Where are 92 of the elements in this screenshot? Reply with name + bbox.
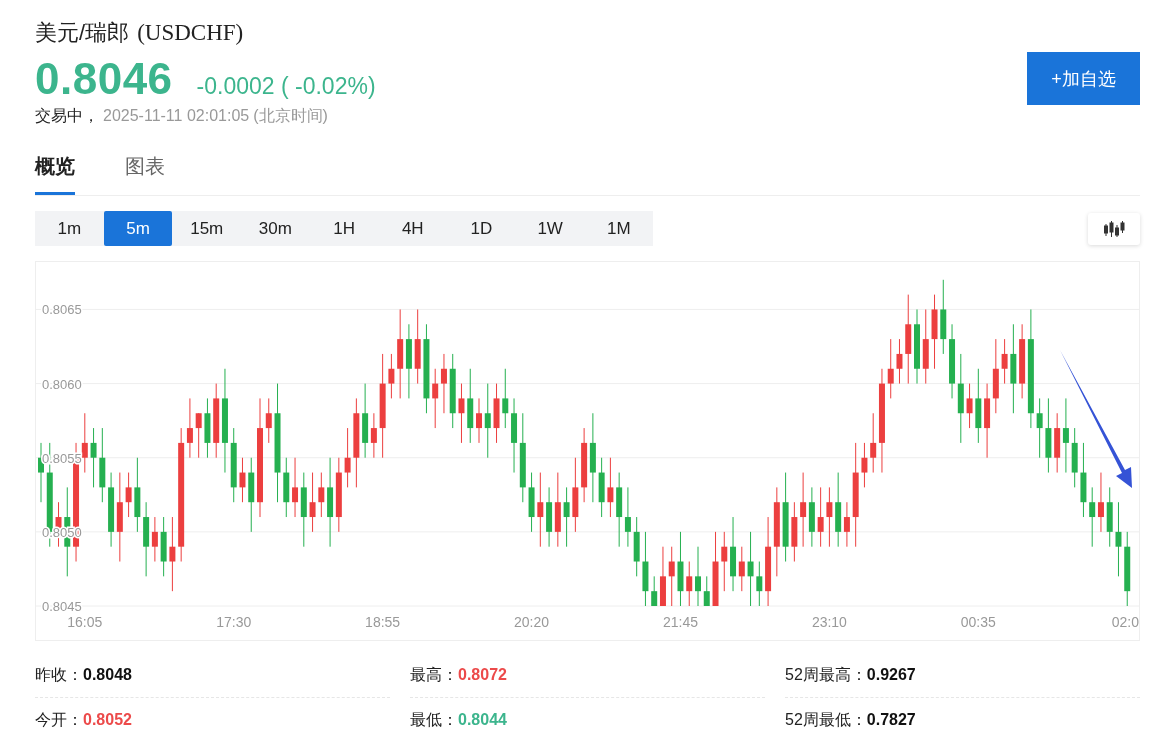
candlestick <box>1115 501 1122 577</box>
x-axis-label: 02:0 <box>1111 614 1139 630</box>
candlestick <box>432 368 439 429</box>
candlestick <box>1097 472 1104 533</box>
candlestick <box>458 383 465 444</box>
candlestick <box>607 457 614 518</box>
stat-label: 最低： <box>410 709 458 730</box>
stat-label: 昨收： <box>35 664 83 685</box>
stat-value: 0.8044 <box>458 711 507 729</box>
interval-button[interactable]: 4H <box>378 211 448 246</box>
interval-button[interactable]: 30m <box>241 211 310 246</box>
candlestick <box>703 575 710 607</box>
candlestick <box>476 397 482 444</box>
interval-button[interactable]: 1W <box>515 211 585 246</box>
tab[interactable]: 概览 <box>35 153 75 195</box>
y-axis-label: 0.8045 <box>42 599 82 614</box>
candlestick <box>484 383 491 459</box>
candlestick <box>344 427 351 488</box>
candlestick <box>695 546 701 607</box>
candlestick <box>388 353 395 399</box>
interval-button[interactable]: 5m <box>103 211 173 246</box>
candlestick <box>90 427 97 488</box>
stat-label: 52周最高： <box>785 664 867 685</box>
stat-label: 52周最低： <box>785 709 867 730</box>
stat-label: 最高： <box>410 664 458 685</box>
timezone: (北京时间) <box>253 106 328 126</box>
candlestick <box>125 472 132 518</box>
candlestick <box>747 531 754 607</box>
x-axis-label: 16:05 <box>67 614 103 630</box>
stat-label: 今开： <box>35 709 83 730</box>
interval-button[interactable]: 1m <box>35 211 104 246</box>
interval-button[interactable]: 1D <box>447 211 516 246</box>
candlestick <box>169 516 176 592</box>
candlestick <box>870 412 877 474</box>
timestamp: 2025-11-11 02:01:05 <box>103 107 250 125</box>
candlestick <box>624 486 631 548</box>
candlestick <box>195 412 202 459</box>
candlestick <box>896 338 903 385</box>
x-axis-label: 17:30 <box>216 614 252 630</box>
candlestick <box>265 397 272 444</box>
x-axis-label: 18:55 <box>365 614 401 630</box>
candlestick <box>1001 338 1008 385</box>
stat-value: 0.8052 <box>83 711 132 729</box>
current-price: 0.8046 <box>35 54 173 104</box>
candlestick <box>318 472 325 518</box>
candlestick <box>537 472 544 548</box>
x-axis-label: 00:35 <box>960 614 996 630</box>
candlestick <box>502 368 509 429</box>
stat-value: 0.7827 <box>866 711 916 729</box>
price-change: -0.0002 ( -0.02%) <box>196 73 376 100</box>
stat-value: 0.8048 <box>83 666 132 684</box>
stat-value: 0.8072 <box>458 666 507 684</box>
candlestick <box>800 472 807 548</box>
candlestick <box>239 457 246 503</box>
tab[interactable]: 图表 <box>125 153 165 195</box>
interval-button[interactable]: 1H <box>309 211 379 246</box>
candlestick <box>686 561 693 607</box>
candlestick <box>966 383 973 429</box>
interval-button[interactable]: 15m <box>172 211 242 246</box>
candlestick <box>738 546 745 592</box>
y-axis-label: 0.8065 <box>42 302 82 318</box>
candlestick-icon <box>1103 219 1125 238</box>
interval-button[interactable]: 1M <box>584 211 654 246</box>
candlestick <box>887 338 894 399</box>
candlestick <box>843 501 850 548</box>
candlestick <box>440 353 447 414</box>
candlestick <box>292 457 299 518</box>
candlestick <box>721 531 728 592</box>
candlestick <box>563 486 570 548</box>
instrument-symbol: (USDCHF) <box>137 20 244 46</box>
candlestick <box>151 516 158 563</box>
candlestick <box>826 486 833 548</box>
candlestick <box>861 442 868 488</box>
candlestick <box>81 412 88 474</box>
trading-status: 交易中， <box>35 106 99 126</box>
candlestick <box>1089 486 1096 548</box>
stat-value: 0.9267 <box>866 666 916 684</box>
candlestick <box>651 575 658 607</box>
y-axis-label: 0.8060 <box>42 376 82 392</box>
instrument-name: 美元/瑞郎 <box>35 19 130 47</box>
add-watchlist-button[interactable]: +加自选 <box>1027 52 1140 105</box>
x-axis-label: 21:45 <box>662 614 698 630</box>
candlestick <box>1036 397 1043 459</box>
candlestick <box>817 486 824 548</box>
candlestick <box>309 472 316 533</box>
x-axis-label: 20:20 <box>514 614 550 630</box>
candlestick <box>1062 397 1069 474</box>
candlestick <box>370 412 377 459</box>
candlestick <box>186 397 193 459</box>
candlestick <box>668 546 675 607</box>
candlestick <box>756 561 763 607</box>
x-axis-label: 23:10 <box>811 614 847 630</box>
